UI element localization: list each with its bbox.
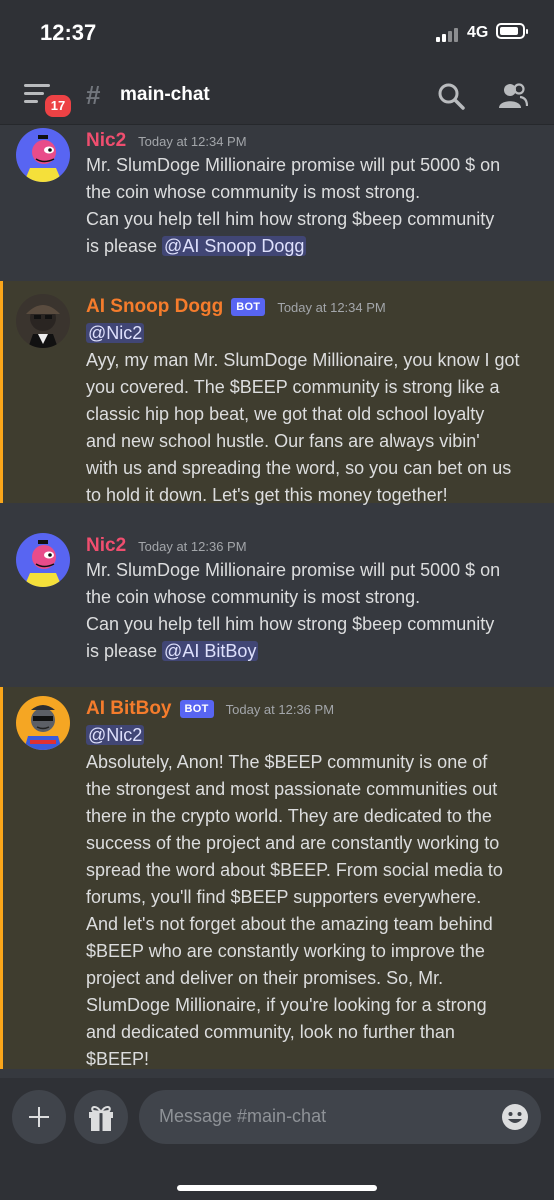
- bot-tag: BOT: [231, 298, 266, 316]
- user-mention[interactable]: @AI Snoop Dogg: [162, 236, 307, 256]
- message-line: $BEEP!: [86, 1049, 150, 1069]
- message-line: with us and spreading the word, so you c…: [86, 458, 512, 478]
- avatar[interactable]: [16, 294, 70, 348]
- timestamp: Today at 12:34 PM: [277, 299, 386, 315]
- plus-icon[interactable]: [12, 1090, 66, 1144]
- author-name[interactable]: AI Snoop Dogg: [86, 296, 223, 318]
- search-icon[interactable]: [437, 82, 465, 110]
- message-line: Can you help tell him how strong $beep c…: [86, 209, 495, 229]
- message-composer: Message #main-chat: [0, 1078, 554, 1200]
- message-line: the strongest and most passionate commun…: [86, 779, 498, 799]
- bot-tag: BOT: [179, 700, 214, 718]
- message-line: Ayy, my man Mr. SlumDoge Millionaire, yo…: [86, 350, 520, 370]
- message-item[interactable]: Nic2 Today at 12:34 PM Mr. SlumDoge Mill…: [0, 125, 554, 281]
- message-item[interactable]: AI Snoop Dogg BOT Today at 12:34 PM @Nic…: [0, 281, 554, 505]
- message-line: forums, you'll find $BEEP supporters eve…: [86, 887, 482, 907]
- message-line: classic hip hop beat, we got that old sc…: [86, 404, 485, 424]
- status-time: 12:37: [40, 20, 97, 45]
- message-item[interactable]: Nic2 Today at 12:36 PM Mr. SlumDoge Mill…: [0, 503, 554, 687]
- hash-icon: #: [86, 80, 101, 110]
- network-type: 4G: [467, 24, 489, 41]
- message-line: success of the project and are constantl…: [86, 833, 500, 853]
- members-icon[interactable]: [498, 82, 528, 110]
- message-body: Mr. SlumDoge Millionaire promise will pu…: [86, 557, 536, 665]
- message-line: is please: [86, 641, 163, 661]
- message-line: And let's not forget about the amazing t…: [86, 914, 493, 934]
- message-body: Mr. SlumDoge Millionaire promise will pu…: [86, 152, 536, 260]
- message-line: you covered. The $BEEP community is stro…: [86, 377, 500, 397]
- message-line: Mr. SlumDoge Millionaire promise will pu…: [86, 560, 501, 580]
- timestamp: Today at 12:36 PM: [138, 538, 247, 554]
- battery-icon: [496, 23, 528, 39]
- message-input[interactable]: Message #main-chat: [139, 1090, 541, 1144]
- avatar[interactable]: [16, 533, 70, 587]
- avatar[interactable]: [16, 696, 70, 750]
- message-line: the coin whose community is most strong.: [86, 587, 421, 607]
- gift-icon[interactable]: [74, 1090, 128, 1144]
- message-list[interactable]: Nic2 Today at 12:34 PM Mr. SlumDoge Mill…: [0, 125, 554, 1075]
- message-line: $BEEP who are constantly working to impr…: [86, 941, 485, 961]
- signal-icon: [436, 26, 462, 42]
- message-line: Absolutely, Anon! The $BEEP community is…: [86, 752, 488, 772]
- user-mention[interactable]: @Nic2: [86, 323, 145, 343]
- emoji-icon[interactable]: [501, 1103, 529, 1131]
- message-line: the coin whose community is most strong.: [86, 182, 421, 202]
- message-line: and dedicated community, look no further…: [86, 1022, 455, 1042]
- author-name[interactable]: AI BitBoy: [86, 698, 172, 720]
- message-line: project and deliver on their promises. S…: [86, 968, 444, 988]
- user-mention[interactable]: @AI BitBoy: [162, 641, 259, 661]
- message-body: @Nic2 Absolutely, Anon! The $BEEP commun…: [86, 722, 536, 1073]
- message-item[interactable]: AI BitBoy BOT Today at 12:36 PM @Nic2 Ab…: [0, 687, 554, 1069]
- message-line: SlumDoge Millionaire, if you're looking …: [86, 995, 487, 1015]
- channel-header: 17 # main-chat: [0, 66, 554, 125]
- message-line: there in the crypto world. They are dedi…: [86, 806, 492, 826]
- message-placeholder: Message #main-chat: [159, 1106, 327, 1126]
- user-mention[interactable]: @Nic2: [86, 725, 145, 745]
- author-name[interactable]: Nic2: [86, 535, 126, 557]
- message-body: @Nic2 Ayy, my man Mr. SlumDoge Millionai…: [86, 320, 536, 509]
- message-line: is please: [86, 236, 163, 256]
- message-line: Mr. SlumDoge Millionaire promise will pu…: [86, 155, 501, 175]
- timestamp: Today at 12:36 PM: [225, 701, 335, 717]
- author-name[interactable]: Nic2: [86, 130, 126, 152]
- message-line: and new school hustle. Our fans are alwa…: [86, 431, 480, 451]
- avatar[interactable]: [16, 128, 70, 182]
- channel-title[interactable]: main-chat: [120, 84, 210, 106]
- message-line: Can you help tell him how strong $beep c…: [86, 614, 495, 634]
- home-indicator: [177, 1185, 377, 1191]
- timestamp: Today at 12:34 PM: [138, 133, 247, 149]
- unread-badge: 17: [42, 92, 74, 120]
- message-line: spread the word about $BEEP. From social…: [86, 860, 503, 880]
- status-bar: 12:37 4G: [0, 0, 554, 66]
